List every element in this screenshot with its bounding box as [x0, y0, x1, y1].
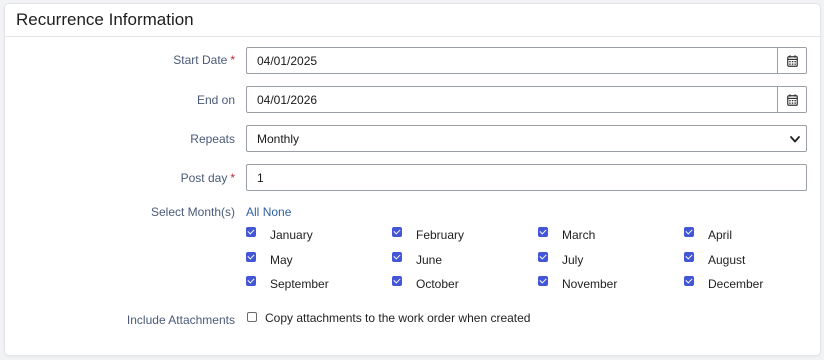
repeats-select[interactable]: Monthly [246, 125, 807, 152]
month-label-january[interactable]: January [270, 228, 313, 242]
month-label-september[interactable]: September [270, 277, 329, 291]
month-checkbox-september[interactable] [246, 276, 256, 286]
month-label-june[interactable]: June [416, 253, 442, 267]
post-day-input[interactable]: 1 [246, 164, 807, 191]
include-attachments-checkbox[interactable] [247, 312, 257, 322]
month-label-march[interactable]: March [562, 228, 595, 242]
month-label-october[interactable]: October [416, 277, 459, 291]
required-marker: * [230, 171, 235, 185]
include-attachments-option-text: Copy attachments to the work order when … [265, 311, 531, 325]
select-none-link[interactable]: None [263, 205, 292, 219]
month-checkbox-february[interactable] [392, 227, 402, 237]
start-date-label-text: Start Date [173, 53, 228, 67]
repeats-label: Repeats [190, 132, 235, 146]
month-label-july[interactable]: July [562, 253, 583, 267]
end-on-field[interactable]: 04/01/2026 [246, 86, 807, 113]
month-checkbox-december[interactable] [684, 276, 694, 286]
include-attachments-label: Include Attachments [126, 313, 235, 327]
month-checkbox-april[interactable] [684, 227, 694, 237]
recurrence-panel: Recurrence Information Start Date * 04/01… [5, 4, 820, 355]
post-day-value[interactable]: 1 [257, 171, 264, 185]
end-on-label: End on [196, 93, 235, 107]
month-checkbox-august[interactable] [684, 252, 694, 262]
post-day-label-text: Post day [180, 171, 228, 185]
month-label-may[interactable]: May [270, 253, 293, 267]
repeats-value[interactable]: Monthly [257, 132, 299, 146]
month-label-august[interactable]: August [708, 253, 745, 267]
start-date-label: Start Date * [173, 53, 235, 67]
month-checkbox-march[interactable] [538, 227, 548, 237]
start-date-field[interactable]: 04/01/2025 [246, 47, 807, 74]
month-checkbox-november[interactable] [538, 276, 548, 286]
chevron-down-icon[interactable] [789, 133, 801, 145]
calendar-icon [786, 93, 798, 106]
month-label-december[interactable]: December [708, 277, 763, 291]
select-months-label: Select Month(s) [150, 205, 235, 219]
post-day-label: Post day * [181, 171, 235, 185]
month-label-february[interactable]: February [416, 228, 464, 242]
end-on-value[interactable]: 04/01/2026 [257, 93, 317, 107]
start-date-calendar-button[interactable] [777, 48, 806, 73]
required-marker: * [230, 53, 235, 67]
panel-header: Recurrence Information [5, 4, 820, 37]
end-on-calendar-button[interactable] [777, 87, 806, 112]
month-checkbox-may[interactable] [246, 252, 256, 262]
month-label-november[interactable]: November [562, 277, 617, 291]
month-checkbox-june[interactable] [392, 252, 402, 262]
month-checkbox-july[interactable] [538, 252, 548, 262]
calendar-icon [786, 54, 798, 67]
month-checkbox-october[interactable] [392, 276, 402, 286]
panel-title: Recurrence Information [16, 10, 194, 29]
month-selection-links: All None [246, 205, 291, 219]
month-label-april[interactable]: April [708, 228, 732, 242]
select-all-link[interactable]: All [246, 205, 259, 219]
month-checkbox-january[interactable] [246, 227, 256, 237]
start-date-value[interactable]: 04/01/2025 [257, 54, 317, 68]
